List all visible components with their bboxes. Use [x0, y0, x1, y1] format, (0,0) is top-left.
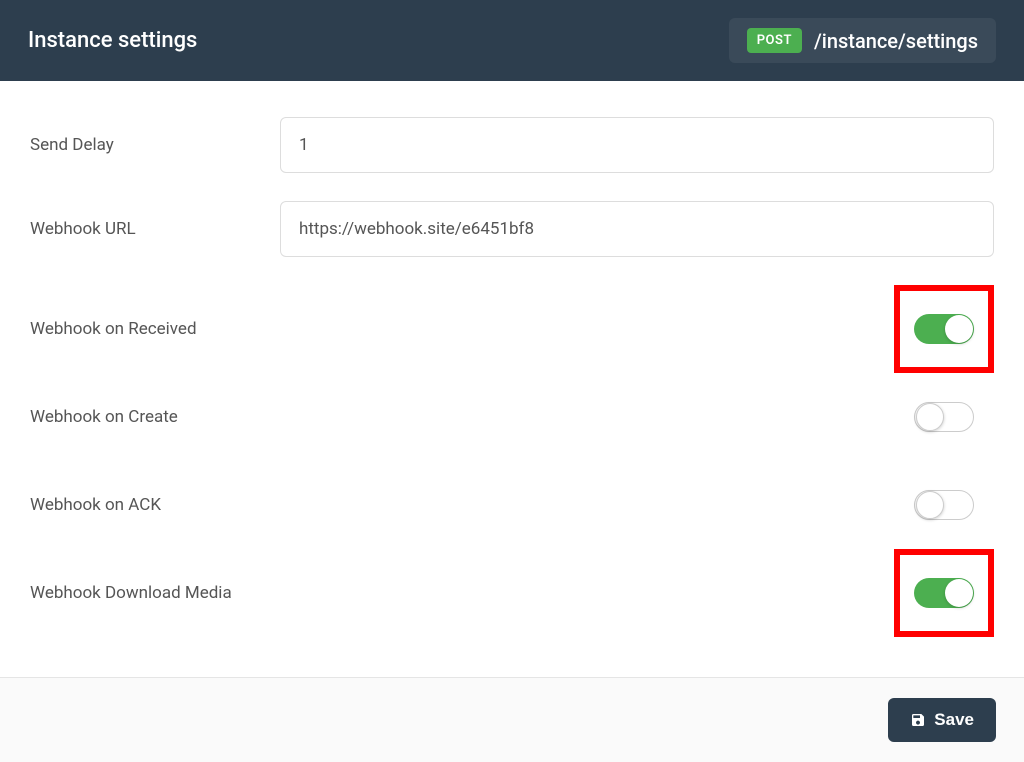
webhook-on-ack-label: Webhook on ACK	[30, 495, 161, 515]
toggle-knob	[916, 403, 944, 431]
save-button[interactable]: Save	[888, 698, 996, 742]
send-delay-input[interactable]	[280, 117, 994, 173]
page-header: Instance settings POST /instance/setting…	[0, 0, 1024, 81]
send-delay-row: Send Delay	[30, 117, 994, 173]
toggle-knob	[945, 579, 973, 607]
highlight-box	[894, 285, 994, 373]
send-delay-label: Send Delay	[30, 135, 280, 155]
settings-form: Send Delay Webhook URL Webhook on Receiv…	[0, 81, 1024, 677]
webhook-on-received-label: Webhook on Received	[30, 319, 197, 339]
toggle-wrapper	[894, 373, 994, 461]
webhook-on-ack-row: Webhook on ACK	[30, 461, 994, 549]
webhook-download-media-label: Webhook Download Media	[30, 583, 232, 603]
webhook-on-create-row: Webhook on Create	[30, 373, 994, 461]
toggle-knob	[945, 315, 973, 343]
webhook-url-row: Webhook URL	[30, 201, 994, 257]
webhook-download-media-row: Webhook Download Media	[30, 549, 994, 637]
webhook-download-media-toggle[interactable]	[914, 578, 974, 608]
highlight-box	[894, 549, 994, 637]
page-title: Instance settings	[28, 28, 197, 53]
toggle-knob	[916, 491, 944, 519]
webhook-on-received-toggle[interactable]	[914, 314, 974, 344]
http-method-badge: POST	[747, 28, 802, 53]
webhook-on-create-toggle[interactable]	[914, 402, 974, 432]
webhook-on-ack-toggle[interactable]	[914, 490, 974, 520]
save-button-label: Save	[934, 710, 974, 730]
webhook-url-input[interactable]	[280, 201, 994, 257]
webhook-on-received-row: Webhook on Received	[30, 285, 994, 373]
webhook-url-label: Webhook URL	[30, 219, 280, 239]
webhook-on-create-label: Webhook on Create	[30, 407, 178, 427]
page-footer: Save	[0, 677, 1024, 762]
toggle-wrapper	[894, 461, 994, 549]
save-icon	[910, 712, 926, 728]
api-endpoint-badge: POST /instance/settings	[729, 18, 996, 63]
api-path-text: /instance/settings	[814, 29, 978, 53]
